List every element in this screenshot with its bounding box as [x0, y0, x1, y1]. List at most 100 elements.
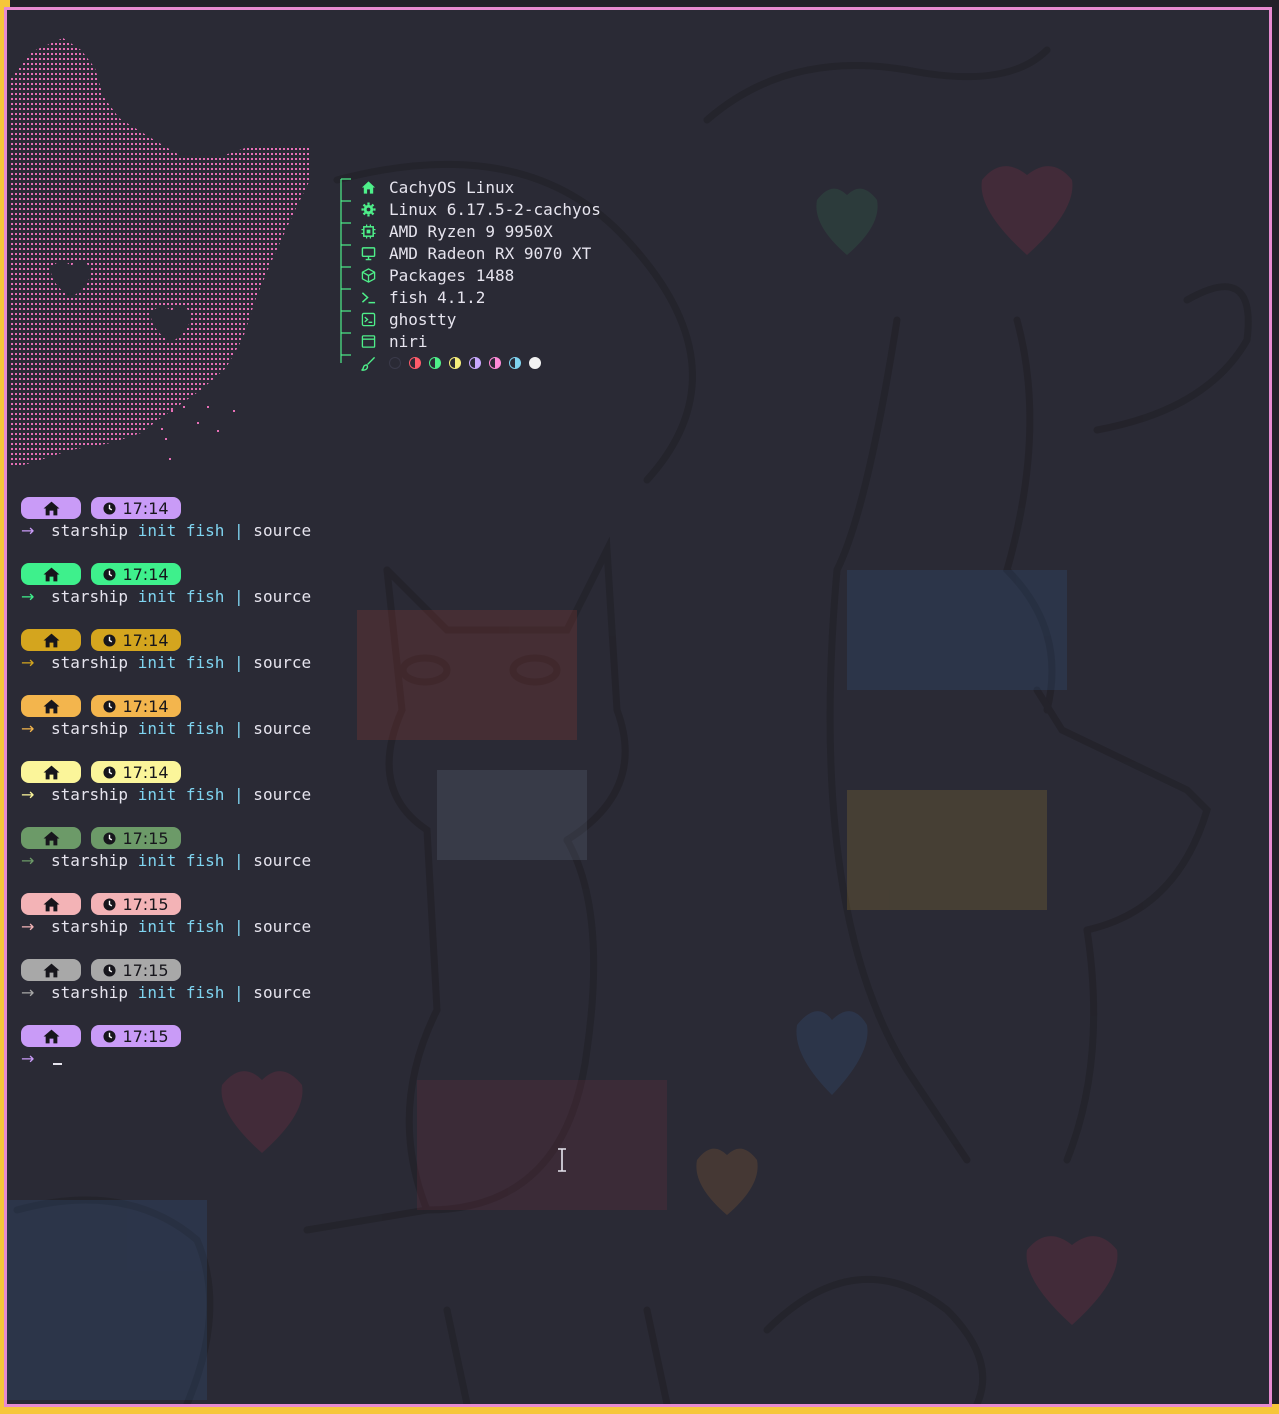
clock-icon [103, 1029, 116, 1043]
ff-cpu-text: AMD Ryzen 9 9950X [389, 221, 553, 241]
ff-row-terminal: ghostty [359, 308, 456, 330]
command-token: starship [51, 916, 129, 936]
command-token: fish [176, 520, 225, 540]
window-icon [359, 332, 377, 350]
command-token: starship [51, 652, 129, 672]
text-cursor-icon [558, 1148, 566, 1172]
ff-row-gpu: AMD Radeon RX 9070 XT [359, 242, 591, 264]
command-token: init [128, 652, 177, 672]
prompt-time: 17:14 [122, 630, 169, 650]
command-token: | [224, 586, 244, 606]
prompt-arrow-icon: → [21, 718, 35, 738]
terminal-window[interactable]: CachyOS Linux Linux 6.17.5-2-cachyos AMD… [4, 7, 1272, 1407]
command-line[interactable]: → starship init fish | source [21, 783, 311, 805]
time-pill: 17:14 [91, 695, 181, 717]
package-icon [359, 266, 377, 284]
ff-row-kernel: Linux 6.17.5-2-cachyos [359, 198, 601, 220]
prompt-arrow-icon: → [21, 1048, 35, 1068]
prompt-block: 17:14 → starship init fish | source [21, 695, 311, 739]
palette-swatch [469, 357, 481, 369]
command-token: source [243, 916, 312, 936]
command-line[interactable]: → starship init fish | source [21, 519, 311, 541]
palette-swatch [449, 357, 461, 369]
prompt-pills: 17:15 [21, 893, 311, 915]
cpu-icon [359, 222, 377, 240]
clock-icon [103, 501, 116, 515]
clock-icon [103, 765, 116, 779]
prompt-block: 17:14 → starship init fish | source [21, 629, 311, 673]
command-token: init [128, 586, 177, 606]
command-token: fish [176, 916, 225, 936]
prompt-arrow-icon: → [21, 982, 35, 1002]
prompt-block: 17:14 → starship init fish | source [21, 497, 311, 541]
ff-packages-text: Packages 1488 [389, 265, 515, 285]
command-line[interactable]: → starship init fish | source [21, 651, 311, 673]
prompt-pills: 17:14 [21, 761, 311, 783]
command-token: starship [51, 520, 129, 540]
command-line[interactable]: → starship init fish | source [21, 915, 311, 937]
command-token: source [243, 586, 312, 606]
command-line[interactable]: → starship init fish | source [21, 849, 311, 871]
command-token: fish [176, 652, 225, 672]
gear-icon [359, 200, 377, 218]
time-pill: 17:14 [91, 629, 181, 651]
terminal-icon [359, 310, 377, 328]
prompt-time: 17:15 [122, 828, 169, 848]
home-icon [43, 1029, 59, 1043]
prompt-pills: 17:15 [21, 827, 311, 849]
home-icon [43, 765, 59, 779]
command-token: source [243, 850, 312, 870]
prompt-arrow-icon: → [21, 652, 35, 672]
prompt-pills: 17:14 [21, 563, 311, 585]
command-token: | [224, 784, 244, 804]
monitor-icon [359, 244, 377, 262]
home-directory-pill [21, 695, 81, 717]
tree-lines [340, 178, 351, 363]
command-line[interactable]: → [21, 1047, 181, 1069]
home-icon [43, 633, 59, 647]
command-line[interactable]: → starship init fish | source [21, 585, 311, 607]
time-pill: 17:15 [91, 893, 181, 915]
prompt-arrow-icon: → [21, 586, 35, 606]
prompt-time: 17:14 [122, 564, 169, 584]
command-line[interactable]: → starship init fish | source [21, 717, 311, 739]
command-token: fish [176, 718, 225, 738]
command-token: starship [51, 982, 129, 1002]
command-token: fish [176, 850, 225, 870]
palette-swatch [409, 357, 421, 369]
ff-gpu-text: AMD Radeon RX 9070 XT [389, 243, 592, 263]
clock-icon [103, 567, 116, 581]
prompt-block: 17:15 → starship init fish | source [21, 959, 311, 1003]
prompt-pills: 17:14 [21, 629, 311, 651]
time-pill: 17:14 [91, 563, 181, 585]
brush-icon [359, 354, 377, 372]
ff-wm-text: niri [389, 331, 428, 351]
prompt-pills: 17:14 [21, 497, 311, 519]
ff-row-cpu: AMD Ryzen 9 9950X [359, 220, 553, 242]
prompt-block: 17:14 → starship init fish | source [21, 563, 311, 607]
command-token: init [128, 718, 177, 738]
home-icon [43, 567, 59, 581]
command-token: fish [176, 784, 225, 804]
command-token: init [128, 916, 177, 936]
home-directory-pill [21, 497, 81, 519]
command-token: source [243, 520, 312, 540]
home-directory-pill [21, 893, 81, 915]
command-token: | [224, 850, 244, 870]
home-icon [43, 897, 59, 911]
prompt-time: 17:14 [122, 762, 169, 782]
command-token: init [128, 520, 177, 540]
clock-icon [103, 633, 116, 647]
prompt-arrow-icon: → [21, 850, 35, 870]
command-token: source [243, 982, 312, 1002]
command-token: | [224, 916, 244, 936]
ff-terminal-text: ghostty [389, 309, 457, 329]
clock-icon [103, 831, 116, 845]
command-line[interactable]: → starship init fish | source [21, 981, 311, 1003]
distro-ascii-logo [11, 38, 311, 468]
clock-icon [103, 699, 116, 713]
command-token: starship [51, 718, 129, 738]
clock-icon [103, 963, 116, 977]
time-pill: 17:15 [91, 959, 181, 981]
home-icon [359, 178, 377, 196]
